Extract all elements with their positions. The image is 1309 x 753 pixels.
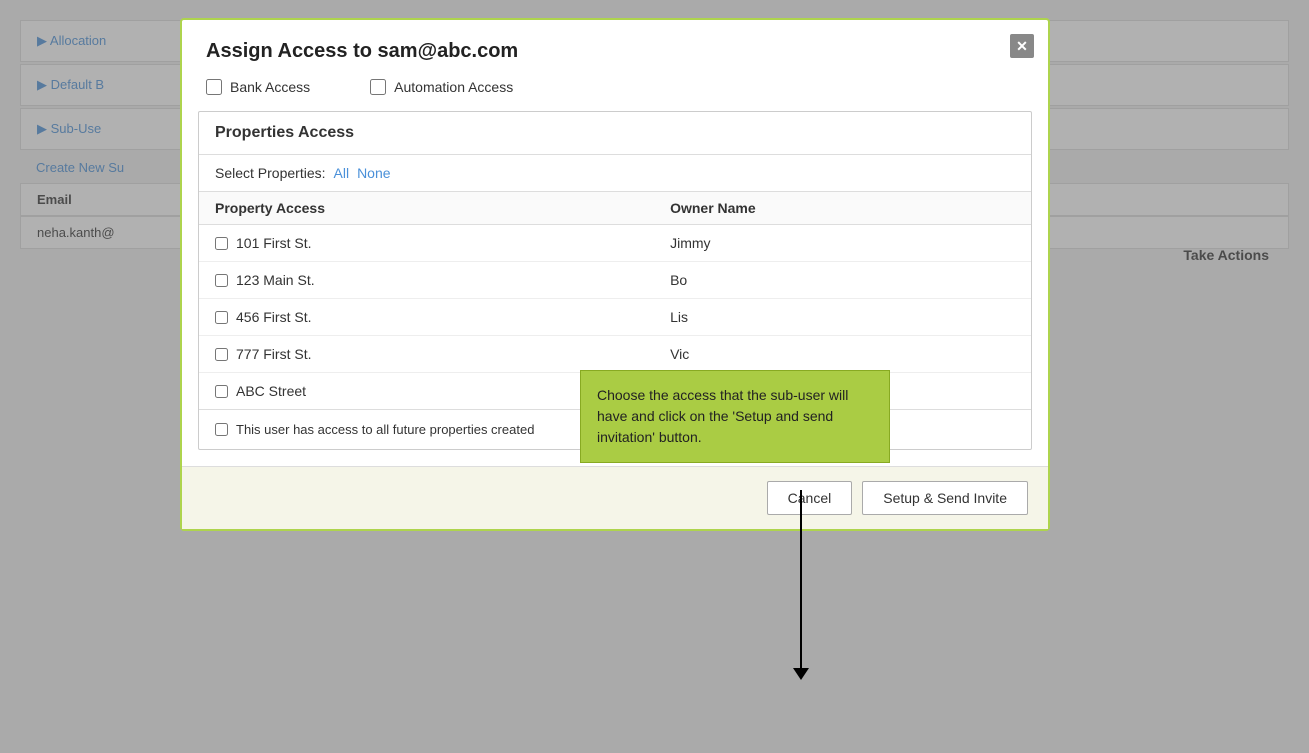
bank-access-option[interactable]: Bank Access: [206, 79, 310, 95]
select-properties-row: Select Properties: All None: [199, 155, 1031, 192]
table-row: 123 Main St. Bo: [199, 262, 1031, 299]
property-address-cell: 123 Main St.: [199, 262, 654, 299]
properties-header: Properties Access: [199, 112, 1031, 155]
table-row: 777 First St. Vic: [199, 336, 1031, 373]
cancel-button[interactable]: Cancel: [767, 481, 853, 515]
property-address-cell: 456 First St.: [199, 299, 654, 336]
property-owner-cell: Jimmy: [654, 225, 1031, 262]
select-all-link[interactable]: All: [334, 165, 350, 181]
access-options-row: Bank Access Automation Access: [182, 79, 1048, 111]
bank-access-checkbox[interactable]: [206, 79, 222, 95]
tooltip-arrowhead: [793, 668, 809, 680]
property-checkbox[interactable]: [215, 311, 228, 324]
future-access-label: This user has access to all future prope…: [236, 422, 534, 437]
property-owner-cell: Lis: [654, 299, 1031, 336]
close-button[interactable]: ✕: [1010, 34, 1034, 58]
table-row: 101 First St. Jimmy: [199, 225, 1031, 262]
property-address-cell: 101 First St.: [199, 225, 654, 262]
property-checkbox[interactable]: [215, 274, 228, 287]
future-access-checkbox[interactable]: [215, 423, 228, 436]
modal-footer: Cancel Setup & Send Invite: [182, 466, 1048, 529]
col-property-access: Property Access: [199, 192, 654, 225]
automation-access-checkbox[interactable]: [370, 79, 386, 95]
property-owner-cell: Vic: [654, 336, 1031, 373]
automation-access-label: Automation Access: [394, 79, 513, 95]
tooltip-text: Choose the access that the sub-user will…: [597, 387, 848, 445]
setup-send-invite-button[interactable]: Setup & Send Invite: [862, 481, 1028, 515]
property-checkbox[interactable]: [215, 348, 228, 361]
property-address: 456 First St.: [236, 309, 311, 325]
tooltip-box: Choose the access that the sub-user will…: [580, 370, 890, 463]
modal-title: Assign Access to sam@abc.com: [206, 40, 1024, 63]
property-owner-cell: Bo: [654, 262, 1031, 299]
automation-access-option[interactable]: Automation Access: [370, 79, 513, 95]
select-none-link[interactable]: None: [357, 165, 390, 181]
select-properties-label: Select Properties:: [215, 165, 326, 181]
tooltip-arrow-line: [800, 490, 802, 670]
bank-access-label: Bank Access: [230, 79, 310, 95]
property-address: 777 First St.: [236, 346, 311, 362]
col-owner-name: Owner Name: [654, 192, 1031, 225]
property-address: 101 First St.: [236, 235, 311, 251]
property-address: 123 Main St.: [236, 272, 315, 288]
property-checkbox[interactable]: [215, 385, 228, 398]
modal-header: Assign Access to sam@abc.com ✕: [182, 20, 1048, 79]
property-address-cell: 777 First St.: [199, 336, 654, 373]
property-checkbox[interactable]: [215, 237, 228, 250]
property-address: ABC Street: [236, 383, 306, 399]
table-row: 456 First St. Lis: [199, 299, 1031, 336]
